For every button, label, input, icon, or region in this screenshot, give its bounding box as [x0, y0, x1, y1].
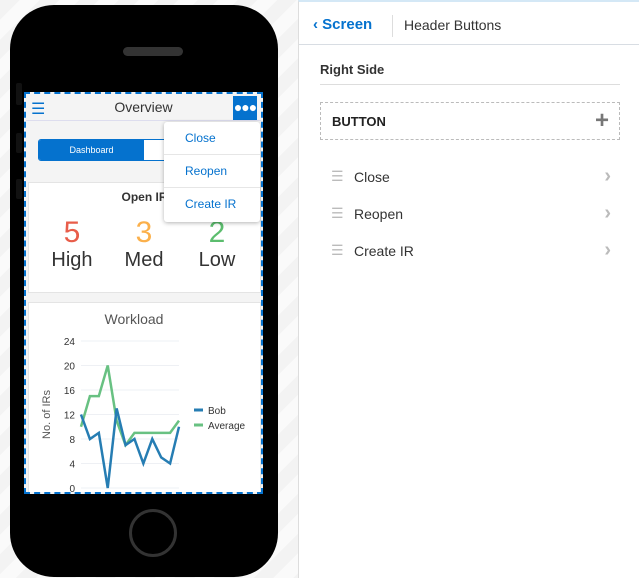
y-tick-label: 0 [69, 484, 75, 494]
stat-value: 5 [63, 216, 81, 249]
tab-dashboard[interactable]: Dashboard [39, 140, 144, 160]
chevron-right-icon[interactable]: › [604, 202, 611, 225]
back-label: Screen [322, 16, 373, 33]
y-tick-label: 4 [69, 460, 75, 471]
divider [320, 84, 620, 85]
breadcrumb: Header Buttons [404, 17, 502, 33]
properties-panel: ‹ Screen Header Buttons Right Side BUTTO… [298, 0, 639, 578]
phone-side-button [16, 83, 22, 105]
y-tick-label: 20 [64, 362, 76, 373]
phone-side-button [16, 133, 22, 153]
stat-label: High [51, 249, 93, 271]
chart-title: Workload [105, 311, 164, 327]
stat-label: Med [124, 249, 164, 271]
y-tick-label: 12 [64, 411, 76, 422]
item-label: Reopen [354, 206, 404, 222]
y-tick-label: 24 [64, 337, 76, 348]
home-button[interactable] [129, 509, 177, 557]
legend-label: Bob [208, 406, 226, 417]
y-tick-label: 16 [64, 386, 76, 397]
y-axis-label: No. of IRs [41, 390, 53, 439]
app-header: ☰ Overview ●●● [26, 94, 261, 121]
item-label: Create IR [354, 243, 414, 259]
section-title: Right Side [320, 62, 385, 77]
chevron-right-icon[interactable]: › [604, 165, 611, 188]
add-button-dropzone[interactable]: BUTTON + [320, 102, 620, 140]
workload-chart: Workload 0 4 8 12 16 20 24 No. of IRs Bob Average [41, 311, 246, 494]
page-title: Overview [114, 99, 173, 115]
back-button[interactable]: ‹ Screen [313, 16, 372, 33]
plus-icon[interactable]: + [595, 107, 609, 135]
list-item[interactable]: ☰ Close › [331, 164, 611, 194]
item-label: Close [354, 169, 390, 185]
chevron-left-icon: ‹ [313, 16, 323, 33]
chevron-right-icon[interactable]: › [604, 239, 611, 262]
list-item[interactable]: ☰ Reopen › [331, 201, 611, 231]
phone-side-button [16, 179, 22, 199]
add-label: BUTTON [332, 114, 386, 129]
stat-label: Low [198, 249, 236, 271]
drag-handle-icon[interactable]: ☰ [331, 168, 344, 185]
series-line-bob [79, 408, 181, 489]
stat-low: 2 Low [182, 217, 252, 272]
phone-screen: ☰ Overview ●●● Dashboard Open IR 5 High 3… [24, 92, 263, 494]
menu-item-reopen[interactable]: Reopen [164, 155, 260, 188]
stat-med: 3 Med [109, 217, 179, 272]
y-tick-label: 8 [69, 435, 75, 446]
menu-item-close[interactable]: Close [164, 122, 260, 155]
header-dropdown-menu: Close Reopen Create IR [164, 122, 260, 222]
legend-label: Average [208, 421, 246, 432]
list-item[interactable]: ☰ Create IR › [331, 238, 611, 268]
stat-high: 5 High [37, 217, 107, 272]
ellipsis-icon: ●●● [233, 99, 257, 115]
phone-speaker [123, 47, 183, 56]
drag-handle-icon[interactable]: ☰ [331, 242, 344, 259]
workload-card: Workload 0 4 8 12 16 20 24 No. of IRs Bob Average [28, 302, 261, 494]
panel-header: ‹ Screen Header Buttons [299, 2, 639, 45]
drag-handle-icon[interactable]: ☰ [331, 205, 344, 222]
series-line-average [79, 365, 181, 448]
menu-item-create-ir[interactable]: Create IR [164, 188, 260, 221]
divider [392, 15, 393, 37]
more-button[interactable]: ●●● [233, 96, 257, 120]
